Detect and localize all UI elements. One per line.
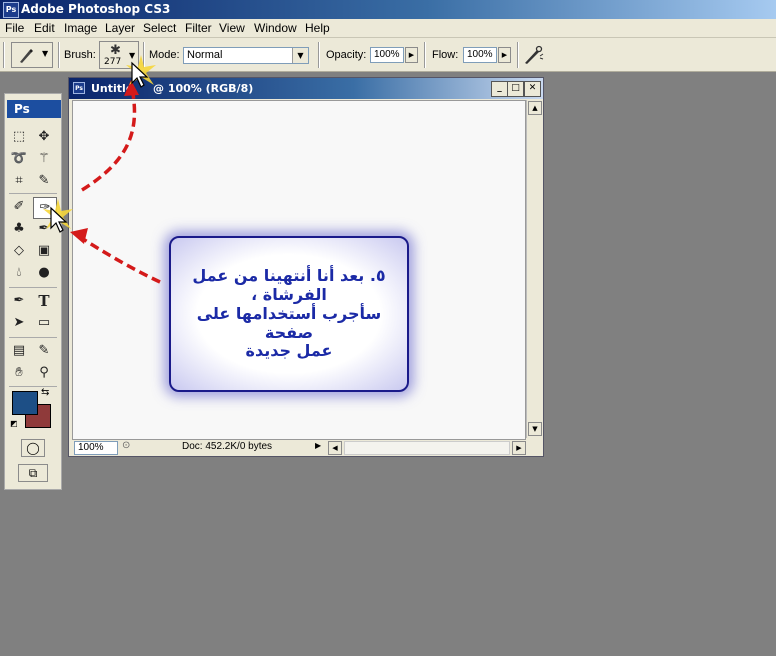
arrow-to-brush-tool xyxy=(79,235,161,284)
arrow-cursor-icon xyxy=(126,55,156,88)
arrow-cursor-icon xyxy=(43,199,73,233)
arrow-to-brush-picker xyxy=(81,87,137,192)
tutorial-arrows xyxy=(70,80,161,284)
